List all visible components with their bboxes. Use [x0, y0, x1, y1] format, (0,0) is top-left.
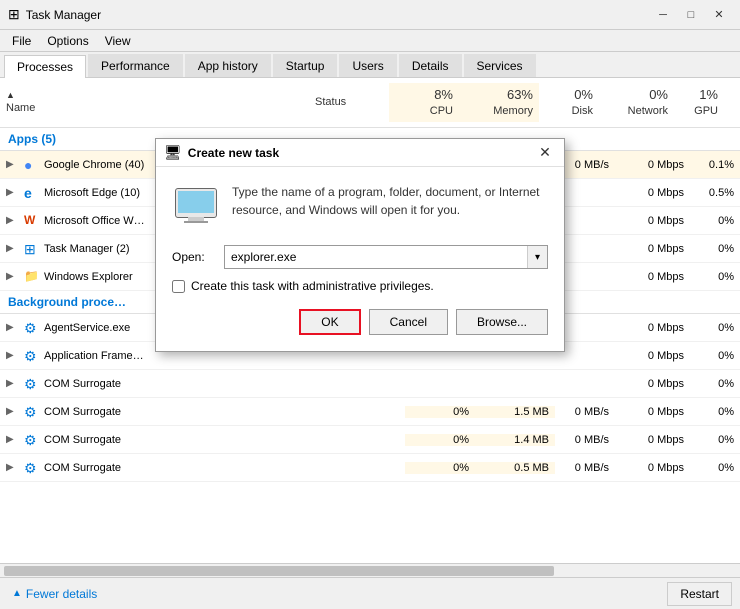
fewer-details-label: Fewer details: [26, 587, 97, 601]
menu-view[interactable]: View: [97, 32, 139, 50]
minimize-button[interactable]: ─: [650, 4, 676, 26]
tab-services[interactable]: Services: [464, 54, 536, 77]
bottom-bar: ▲ Fewer details Restart: [0, 577, 740, 609]
modal-title: Create new task: [188, 146, 534, 160]
ok-button[interactable]: OK: [299, 309, 360, 335]
maximize-button[interactable]: □: [678, 4, 704, 26]
admin-privileges-label: Create this task with administrative pri…: [191, 279, 434, 293]
modal-description: Type the name of a program, folder, docu…: [232, 183, 548, 219]
open-input[interactable]: [225, 247, 527, 267]
menu-file[interactable]: File: [4, 32, 39, 50]
computer-svg: [172, 183, 220, 231]
main-content: ▲ Name Status 8% CPU 63% Memory 0% Disk …: [0, 78, 740, 563]
tab-details[interactable]: Details: [399, 54, 462, 77]
open-label: Open:: [172, 250, 214, 264]
cancel-button[interactable]: Cancel: [369, 309, 448, 335]
open-input-container: ▾: [224, 245, 548, 269]
window-title: Task Manager: [26, 8, 650, 22]
modal-buttons: OK Cancel Browse...: [172, 309, 548, 335]
browse-button[interactable]: Browse...: [456, 309, 548, 335]
admin-privileges-checkbox[interactable]: [172, 280, 185, 293]
menu-options[interactable]: Options: [39, 32, 96, 50]
tab-app-history[interactable]: App history: [185, 54, 271, 77]
modal-close-button[interactable]: ✕: [534, 142, 556, 164]
open-field: Open: ▾: [172, 245, 548, 269]
menu-bar: File Options View: [0, 30, 740, 52]
modal-overlay: 🖥 Create new task ✕: [0, 78, 740, 563]
open-dropdown-button[interactable]: ▾: [527, 246, 547, 268]
chevron-up-icon: ▲: [12, 588, 22, 599]
h-scroll-thumb[interactable]: [4, 566, 554, 576]
modal-top-section: Type the name of a program, folder, docu…: [172, 183, 548, 231]
window-controls: ─ □ ✕: [650, 4, 732, 26]
computer-icon: [172, 183, 220, 231]
restart-button[interactable]: Restart: [667, 582, 732, 606]
tab-performance[interactable]: Performance: [88, 54, 183, 77]
tab-processes[interactable]: Processes: [4, 55, 86, 78]
app-icon: ⊞: [8, 6, 20, 23]
tab-bar: Processes Performance App history Startu…: [0, 52, 740, 78]
title-bar: ⊞ Task Manager ─ □ ✕: [0, 0, 740, 30]
admin-privileges-row: Create this task with administrative pri…: [172, 279, 548, 293]
create-task-dialog: 🖥 Create new task ✕: [155, 138, 565, 352]
modal-body: Type the name of a program, folder, docu…: [156, 167, 564, 351]
close-button[interactable]: ✕: [706, 4, 732, 26]
horizontal-scrollbar[interactable]: [0, 563, 740, 577]
modal-title-bar: 🖥 Create new task ✕: [156, 139, 564, 167]
modal-title-icon: 🖥: [164, 144, 182, 161]
fewer-details-button[interactable]: ▲ Fewer details: [8, 585, 101, 603]
tab-users[interactable]: Users: [339, 54, 396, 77]
tab-startup[interactable]: Startup: [273, 54, 338, 77]
